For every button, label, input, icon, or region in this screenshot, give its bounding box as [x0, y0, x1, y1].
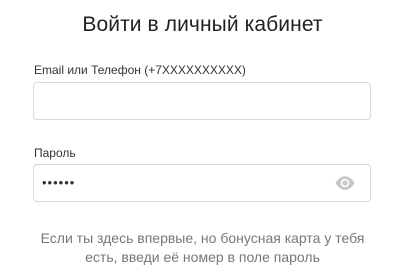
login-field[interactable] [33, 82, 371, 120]
bonus-card-hint: Если ты здесь впервые, но бонусная карта… [40, 230, 365, 265]
page-title: Войти в личный кабинет [82, 13, 323, 36]
login-field-label: Email или Телефон (+7XXXXXXXXXX) [34, 63, 246, 77]
eye-icon [335, 176, 355, 190]
password-field[interactable]: •••••• [33, 164, 371, 202]
login-input[interactable] [34, 83, 324, 119]
login-page: Войти в личный кабинет Email или Телефон… [0, 0, 405, 280]
password-input[interactable] [34, 165, 324, 201]
show-password-button[interactable] [334, 173, 356, 193]
password-field-label: Пароль [34, 146, 76, 160]
